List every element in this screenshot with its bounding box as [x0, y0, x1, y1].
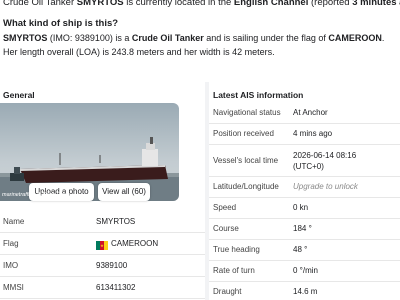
ais-row-course: Course 184 ° [209, 219, 400, 240]
row-value: 0 °/min [293, 266, 318, 275]
section-heading: What kind of ship is this? [3, 18, 119, 29]
info-row-flag: Flag CAMEROON [0, 234, 205, 255]
location-name: English Channel [233, 0, 309, 8]
row-value: 184 ° [293, 224, 312, 233]
photo-credit: marinetraffic · © Ross Dean [2, 192, 70, 198]
general-panel: General Upload a photo View all (60) mar… [0, 82, 205, 300]
location-sentence: Crude Oil Tanker SMYRTOS is currently lo… [3, 0, 400, 8]
flag-name: CAMEROON [328, 33, 382, 43]
ais-panel: Latest AIS information Navigational stat… [209, 82, 400, 300]
sentence-text: Crude Oil Tanker [3, 0, 77, 8]
row-value: At Anchor [293, 108, 328, 117]
upgrade-to-unlock-link[interactable]: Upgrade to unlock [293, 177, 358, 197]
row-key: Draught [213, 287, 242, 296]
ais-row-local-time: Vessel's local time 2026-06-14 08:16 (UTC… [209, 145, 400, 177]
row-value: 14.6 m [293, 287, 318, 296]
row-key: Course [213, 224, 239, 233]
ais-row-rate-of-turn: Rate of turn 0 °/min [209, 261, 400, 282]
ais-row-lat-lon: Latitude/Longitude Upgrade to unlock [209, 177, 400, 198]
ais-row-position-received: Position received 4 mins ago [209, 124, 400, 145]
local-time-value: 2026-06-14 08:16 [293, 151, 357, 160]
row-key: MMSI [3, 283, 24, 292]
row-value: 9389100 [96, 261, 128, 270]
timezone-value: (UTC+0) [293, 162, 324, 171]
row-key: Position received [213, 129, 274, 138]
desc-text: (IMO: 9389100) is a [47, 33, 132, 43]
row-key: Vessel's local time [213, 156, 279, 165]
row-value: SMYRTOS [96, 217, 136, 226]
ship-description: SMYRTOS (IMO: 9389100) is a Crude Oil Ta… [3, 32, 395, 59]
sentence-text: (reported [308, 0, 353, 8]
row-value: 0 kn [293, 203, 309, 212]
row-key: IMO [3, 261, 19, 270]
row-key: Rate of turn [213, 266, 255, 275]
row-value-flag: CAMEROON [96, 234, 158, 254]
ship-name: SMYRTOS [76, 0, 124, 8]
row-value: 4 mins ago [293, 129, 333, 138]
row-value: 48 ° [293, 245, 308, 254]
info-row-name: Name SMYRTOS [0, 212, 205, 233]
sentence-text: is currently located in the [123, 0, 234, 8]
row-key: Name [3, 217, 25, 226]
row-key: Flag [3, 239, 19, 248]
ship-type: Crude Oil Tanker [131, 33, 204, 43]
desc-text: and is sailing under the flag of [203, 33, 329, 43]
row-key: Latitude/Longitude [213, 182, 279, 191]
ais-row-speed: Speed 0 kn [209, 198, 400, 219]
info-row-imo: IMO 9389100 [0, 256, 205, 277]
panel-title: Latest AIS information [213, 90, 304, 100]
ship-name: SMYRTOS [3, 33, 48, 43]
row-key: True heading [213, 245, 260, 254]
report-time: 3 minutes ago [352, 0, 400, 8]
flag-text: CAMEROON [111, 239, 159, 248]
row-key: Navigational status [213, 108, 281, 117]
ais-row-true-heading: True heading 48 ° [209, 240, 400, 261]
row-value: 613411302 [96, 283, 136, 292]
ais-row-draught: Draught 14.6 m [209, 282, 400, 300]
row-key: Speed [213, 203, 237, 212]
row-value: 2026-06-14 08:16 (UTC+0) [293, 150, 356, 172]
panel-title: General [3, 90, 35, 100]
cameroon-flag-icon [96, 238, 108, 251]
ship-summary: Crude Oil Tanker SMYRTOS is currently lo… [0, 0, 400, 82]
view-all-photos-button[interactable]: View all (60) [98, 183, 150, 201]
ais-row-nav-status: Navigational status At Anchor [209, 103, 400, 124]
info-row-mmsi: MMSI 613411302 [0, 278, 205, 299]
